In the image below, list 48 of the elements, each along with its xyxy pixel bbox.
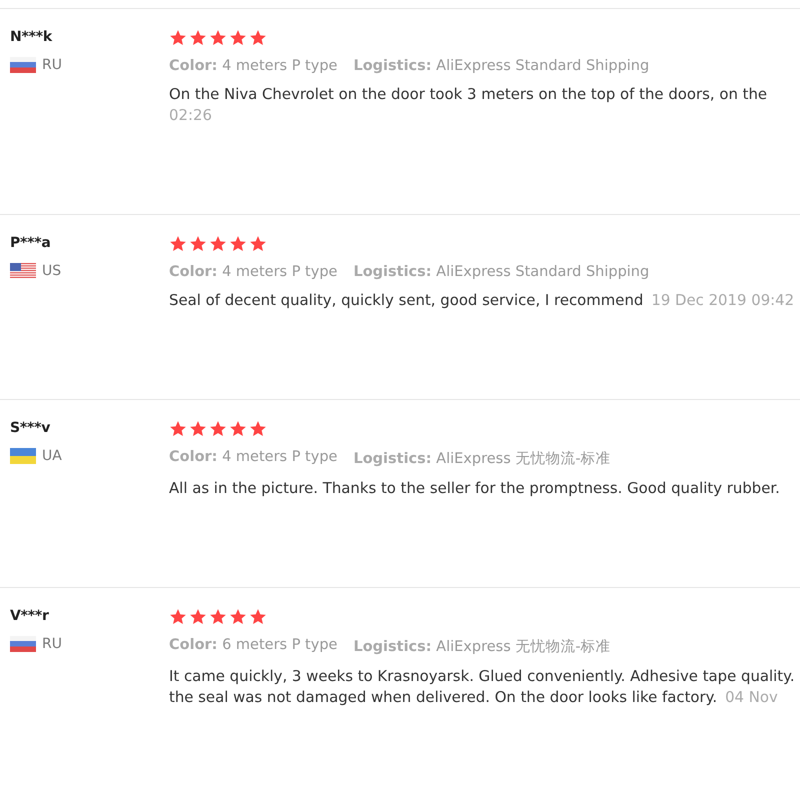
review-date: 04 Nov	[725, 688, 778, 706]
star-icon	[229, 420, 247, 438]
logistics-info: Logistics: AliExpress 无忧物流-标准	[353, 450, 611, 468]
review-text: On the Niva Chevrolet on the door took 3 meters on the top of the doors, on the	[169, 85, 768, 103]
review-text: All as in the picture. Thanks to the seller for the promptness. Good quality rubber.	[169, 479, 780, 497]
country-code: RU	[42, 636, 62, 652]
star-icon	[169, 29, 187, 47]
country-code: UA	[42, 448, 62, 464]
review-date: 19 Dec 2019 09:42	[651, 291, 794, 309]
star-icon	[229, 29, 247, 47]
logistics-info: Logistics: AliExpress 无忧物流-标准	[353, 638, 611, 656]
star-icon	[229, 608, 247, 626]
reviewer-name: P***a	[10, 235, 51, 251]
color-info: Color: 4 meters P type	[169, 58, 338, 74]
star-icon	[209, 420, 227, 438]
star-icon	[209, 29, 227, 47]
reviewer-name: S***v	[10, 420, 50, 436]
star-icon	[189, 29, 207, 47]
reviewer-name: V***r	[10, 608, 49, 624]
color-info: Color: 4 meters P type	[169, 449, 338, 467]
logistics-info: Logistics: AliExpress Standard Shipping	[353, 264, 650, 280]
star-icon	[229, 235, 247, 253]
star-icon	[249, 420, 267, 438]
flag-icon	[10, 57, 36, 73]
star-icon	[169, 235, 187, 253]
review-date: 02:26	[169, 106, 212, 124]
color-info: Color: 6 meters P type	[169, 637, 338, 655]
review-text: the seal was not damaged when delivered. On the door looks like factory.	[169, 688, 718, 706]
flag-icon	[10, 448, 36, 464]
star-icon	[249, 235, 267, 253]
star-icon	[189, 420, 207, 438]
star-icon	[209, 235, 227, 253]
star-icon	[249, 608, 267, 626]
star-icon	[209, 608, 227, 626]
star-icon	[169, 608, 187, 626]
flag-icon	[10, 263, 36, 279]
color-info: Color: 4 meters P type	[169, 264, 338, 280]
country-code: RU	[42, 57, 62, 73]
star-icon	[189, 235, 207, 253]
review-text: Seal of decent quality, quickly sent, good service, I recommend	[169, 291, 644, 309]
review-text: It came quickly, 3 weeks to Krasnoyarsk. Glued conveniently. Adhesive tape quality.	[169, 667, 795, 685]
reviewer-name: N***k	[10, 29, 52, 45]
logistics-info: Logistics: AliExpress Standard Shipping	[353, 58, 650, 74]
star-icon	[189, 608, 207, 626]
country-code: US	[42, 263, 62, 279]
star-icon	[169, 420, 187, 438]
flag-icon	[10, 636, 36, 652]
star-icon	[249, 29, 267, 47]
